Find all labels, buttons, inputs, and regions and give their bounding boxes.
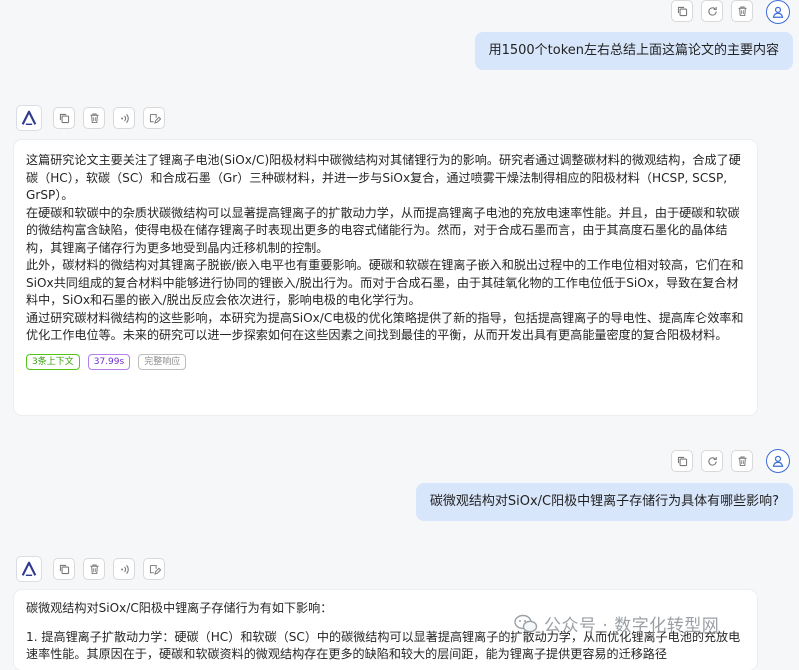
user-avatar[interactable] bbox=[766, 449, 790, 473]
copy-button[interactable] bbox=[53, 107, 75, 129]
read-aloud-button[interactable] bbox=[113, 107, 135, 129]
regenerate-button[interactable] bbox=[701, 0, 723, 22]
regenerate-button[interactable] bbox=[701, 450, 723, 472]
copy-button[interactable] bbox=[53, 558, 75, 580]
user-message-toolbar bbox=[671, 0, 753, 22]
message-paragraph: 通过研究碳材料微结构的这些影响，本研究为提高SiOx/C电极的优化策略提供了新的… bbox=[26, 310, 744, 343]
watermark-text: 公众号 · 数字化转型网 bbox=[544, 616, 720, 636]
copy-icon bbox=[59, 113, 69, 123]
user-icon bbox=[772, 455, 784, 467]
refresh-icon bbox=[707, 6, 717, 16]
copy-button[interactable] bbox=[671, 450, 693, 472]
message-meta-tags: 3条上下文 37.99s 完整响应 bbox=[26, 353, 745, 370]
user-avatar[interactable] bbox=[766, 0, 790, 24]
delete-button[interactable] bbox=[83, 558, 105, 580]
watermark: 公众号 · 数字化转型网 bbox=[514, 611, 719, 636]
openai-logo-icon bbox=[21, 561, 37, 577]
wechat-icon bbox=[514, 614, 538, 632]
copy-button[interactable] bbox=[671, 0, 693, 22]
delete-button[interactable] bbox=[83, 107, 105, 129]
assistant-message-toolbar bbox=[53, 558, 165, 580]
delete-button[interactable] bbox=[731, 0, 753, 22]
copy-icon bbox=[59, 564, 69, 574]
delete-icon bbox=[737, 6, 747, 16]
message-paragraph: 这篇研究论文主要关注了锂离子电池(SiOx/C)阳极材料中碳微结构对其储锂行为的… bbox=[26, 153, 741, 202]
edit-icon bbox=[149, 113, 161, 124]
user-message-text: 碳微观结构对SiOx/C阳极中锂离子存储行为具体有哪些影响? bbox=[429, 494, 779, 509]
copy-icon bbox=[677, 6, 687, 16]
delete-icon bbox=[737, 456, 747, 466]
message-paragraph: 在硬碳和软碳中的杂质状碳微结构可以显著提高锂离子的扩散动力学，从而提高锂离子电池… bbox=[26, 205, 740, 255]
assistant-message-card: 这篇研究论文主要关注了锂离子电池(SiOx/C)阳极材料中碳微结构对其储锂行为的… bbox=[14, 140, 757, 415]
delete-icon bbox=[89, 564, 99, 574]
response-status-badge: 完整响应 bbox=[138, 353, 187, 370]
delete-icon bbox=[89, 113, 99, 123]
copy-icon bbox=[677, 456, 687, 466]
user-message-text: 用1500个token左右总结上面这篇论文的主要内容 bbox=[488, 43, 779, 58]
user-icon bbox=[772, 6, 784, 18]
message-paragraph: 此外，碳材料的微结构对其锂离子脱嵌/嵌入电平也有重要影响。硬碳和软碳在锂离子嵌入… bbox=[26, 258, 744, 307]
assistant-message-toolbar bbox=[53, 107, 165, 129]
edit-icon bbox=[149, 564, 161, 575]
assistant-avatar bbox=[16, 105, 42, 131]
speaker-icon bbox=[120, 564, 129, 574]
response-time-badge: 37.99s bbox=[87, 353, 131, 370]
user-message-toolbar bbox=[671, 450, 753, 472]
edit-button[interactable] bbox=[143, 558, 165, 580]
speaker-icon bbox=[120, 113, 129, 123]
openai-logo-icon bbox=[21, 110, 37, 126]
refresh-icon bbox=[707, 456, 717, 466]
assistant-avatar bbox=[16, 556, 42, 582]
user-message-bubble: 用1500个token左右总结上面这篇论文的主要内容 bbox=[474, 32, 793, 70]
edit-button[interactable] bbox=[143, 107, 165, 129]
user-message-bubble: 碳微观结构对SiOx/C阳极中锂离子存储行为具体有哪些影响? bbox=[415, 483, 793, 521]
read-aloud-button[interactable] bbox=[113, 558, 135, 580]
context-count-badge: 3条上下文 bbox=[26, 353, 80, 370]
delete-button[interactable] bbox=[731, 450, 753, 472]
